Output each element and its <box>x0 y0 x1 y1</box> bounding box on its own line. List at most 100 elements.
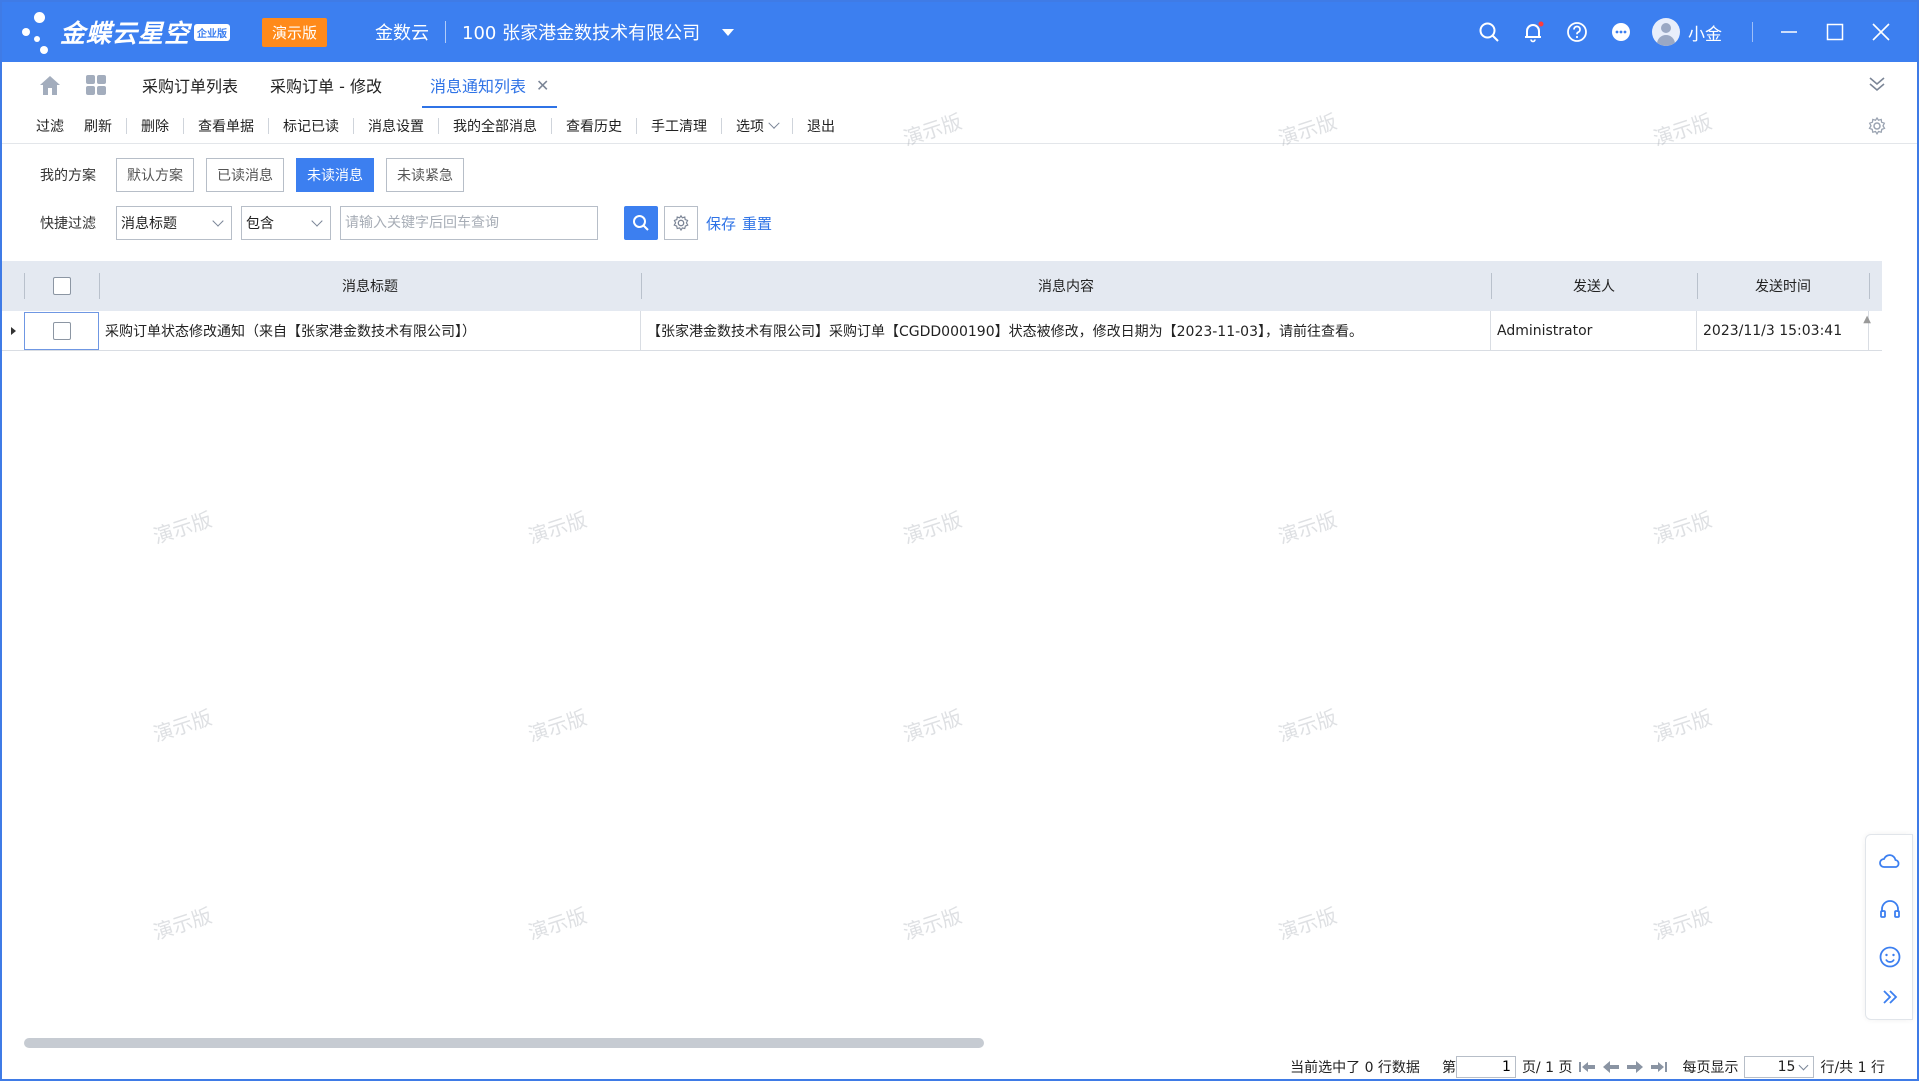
smiley-icon[interactable] <box>1878 945 1902 969</box>
company-selector[interactable]: 100 张家港金数技术有限公司 <box>462 19 700 45</box>
collapse-icon[interactable] <box>1867 74 1887 94</box>
search-button[interactable] <box>624 206 658 240</box>
home-icon[interactable] <box>38 74 62 96</box>
all-my-messages-button[interactable]: 我的全部消息 <box>443 116 547 136</box>
cell-content[interactable]: 【张家港金数技术有限公司】采购订单【CGDD000190】状态被修改，修改日期为… <box>641 311 1491 350</box>
per-page-label: 每页显示 <box>1682 1060 1739 1076</box>
tab-message-notification-list[interactable]: 消息通知列表 ✕ <box>421 62 558 108</box>
toolbar-divider <box>268 117 269 134</box>
edition-badge: 企业版 <box>194 23 231 41</box>
filter-field-value: 消息标题 <box>121 216 177 232</box>
next-page-icon[interactable] <box>1626 1060 1644 1074</box>
cell-sender[interactable]: Administrator <box>1491 311 1697 350</box>
user-name[interactable]: 小金 <box>1688 20 1722 45</box>
demo-badge: 演示版 <box>262 17 328 47</box>
tab-bar: 采购订单列表 采购订单 - 修改 消息通知列表 ✕ <box>2 62 1917 108</box>
toolbar-divider <box>353 117 354 134</box>
maximize-icon[interactable] <box>1825 22 1845 42</box>
gear-icon <box>673 214 689 232</box>
previous-page-icon[interactable] <box>1602 1060 1620 1074</box>
mark-read-button[interactable]: 标记已读 <box>273 116 349 136</box>
column-header-sender[interactable]: 发送人 <box>1491 261 1697 311</box>
current-row-indicator <box>2 311 24 350</box>
close-tab-icon[interactable]: ✕ <box>536 76 549 95</box>
tab-label: 采购订单 - 修改 <box>270 77 382 96</box>
watermark: 演示版 <box>150 705 215 747</box>
help-icon[interactable] <box>1564 19 1590 45</box>
select-all-checkbox[interactable] <box>52 277 71 295</box>
headset-icon[interactable] <box>1878 897 1902 921</box>
filter-field-select[interactable]: 消息标题 <box>116 206 232 240</box>
tab-purchase-order-edit[interactable]: 采购订单 - 修改 <box>262 62 390 108</box>
scheme-unread-urgent-button[interactable]: 未读紧急 <box>386 158 464 192</box>
column-header-title[interactable]: 消息标题 <box>99 261 641 311</box>
save-scheme-link[interactable]: 保存 <box>706 213 736 234</box>
watermark: 演示版 <box>1650 903 1715 945</box>
app-menu-icon[interactable] <box>86 75 106 95</box>
watermark: 演示版 <box>1275 903 1340 945</box>
chevron-down-icon <box>768 117 780 129</box>
bell-icon[interactable] <box>1520 19 1546 45</box>
toolbar-divider <box>126 117 127 134</box>
last-page-icon[interactable] <box>1650 1060 1668 1074</box>
view-document-button[interactable]: 查看单据 <box>188 116 264 136</box>
scheme-unread-button[interactable]: 未读消息 <box>296 158 374 192</box>
options-menu[interactable]: 选项 <box>726 116 788 136</box>
watermark: 演示版 <box>1275 507 1340 549</box>
column-header-content[interactable]: 消息内容 <box>641 261 1491 311</box>
window-controls-divider <box>1752 22 1753 42</box>
more-icon[interactable] <box>1608 19 1634 45</box>
cell-time[interactable]: 2023/11/3 15:03:41 <box>1697 311 1869 350</box>
scheme-default-button[interactable]: 默认方案 <box>116 158 194 192</box>
toolbar-divider <box>183 117 184 134</box>
chevron-down-icon <box>311 215 323 227</box>
cloud-name[interactable]: 金数云 <box>375 19 429 45</box>
search-icon[interactable] <box>1476 19 1502 45</box>
filter-button[interactable]: 过滤 <box>26 116 74 136</box>
exit-button[interactable]: 退出 <box>797 116 845 136</box>
page-number-input[interactable] <box>1455 1056 1516 1078</box>
keyword-search-input[interactable] <box>340 206 598 240</box>
expand-panel-icon[interactable] <box>1878 985 1902 1009</box>
scheme-read-button[interactable]: 已读消息 <box>206 158 284 192</box>
watermark: 演示版 <box>150 903 215 945</box>
horizontal-scroll-thumb[interactable] <box>24 1038 984 1048</box>
manual-cleanup-button[interactable]: 手工清理 <box>641 116 717 136</box>
selection-status: 当前选中了 0 行数据 <box>1290 1060 1420 1076</box>
scroll-up-arrow[interactable]: ▲ <box>1863 314 1871 325</box>
avatar[interactable] <box>1652 18 1680 46</box>
grid-header: 消息标题 消息内容 发送人 发送时间 <box>2 261 1882 311</box>
close-window-icon[interactable] <box>1871 22 1891 42</box>
table-row[interactable]: 采购订单状态修改通知（来自【张家港金数技术有限公司】） 【张家港金数技术有限公司… <box>2 311 1882 351</box>
toolbar-divider <box>438 117 439 134</box>
refresh-button[interactable]: 刷新 <box>74 116 122 136</box>
filter-settings-button[interactable] <box>664 206 698 240</box>
row-checkbox[interactable] <box>52 321 71 340</box>
watermark: 演示版 <box>150 507 215 549</box>
cloud-icon[interactable] <box>1878 849 1902 873</box>
delete-button[interactable]: 删除 <box>131 116 179 136</box>
company-dropdown-icon[interactable] <box>722 28 735 36</box>
gear-icon[interactable] <box>1867 116 1887 136</box>
pager: 当前选中了 0 行数据 第 页/ 1 页 每页显示 15 行/共 1 行 <box>2 1054 1917 1080</box>
reset-filter-link[interactable]: 重置 <box>742 213 772 234</box>
horizontal-scrollbar[interactable] <box>10 1035 1866 1049</box>
title-divider <box>445 21 447 43</box>
watermark: 演示版 <box>900 507 965 549</box>
select-all-cell[interactable] <box>24 261 99 311</box>
minimize-icon[interactable] <box>1779 22 1799 42</box>
view-history-button[interactable]: 查看历史 <box>556 116 632 136</box>
filter-operator-select[interactable]: 包含 <box>241 206 331 240</box>
message-settings-button[interactable]: 消息设置 <box>358 116 434 136</box>
logo-mark <box>20 6 60 58</box>
page-size-select[interactable]: 15 <box>1744 1056 1815 1078</box>
first-page-icon[interactable] <box>1578 1060 1596 1074</box>
column-header-time[interactable]: 发送时间 <box>1697 261 1869 311</box>
tab-label: 采购订单列表 <box>142 77 239 96</box>
tab-purchase-order-list[interactable]: 采购订单列表 <box>134 62 246 108</box>
watermark: 演示版 <box>1650 507 1715 549</box>
logo-text: 金蝶云星空 <box>60 19 191 48</box>
cell-title[interactable]: 采购订单状态修改通知（来自【张家港金数技术有限公司】） <box>99 311 641 350</box>
row-select-cell[interactable] <box>24 311 99 350</box>
watermark: 演示版 <box>900 705 965 747</box>
